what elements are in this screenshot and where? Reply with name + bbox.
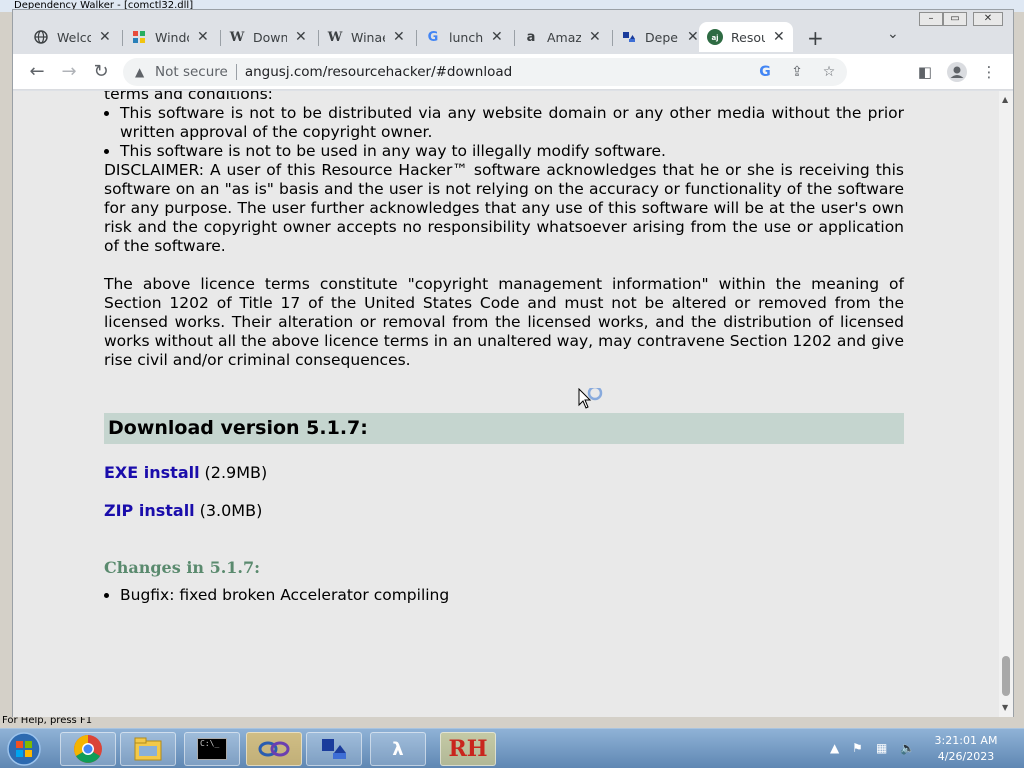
google-translate-icon[interactable]: G <box>755 62 775 82</box>
maximize-button[interactable]: ▭ <box>943 12 967 26</box>
tab-label: Winaero <box>351 29 385 45</box>
profile-avatar-icon[interactable] <box>947 62 967 82</box>
cmd-icon: C:\_ <box>197 738 227 760</box>
address-bar[interactable]: ▲ Not secure angusj.com/resourcehacker/#… <box>123 58 847 86</box>
resource-hacker-icon: RH <box>448 736 488 762</box>
exe-size: (2.9MB) <box>204 463 268 482</box>
tab-strip: Welcome ✕ Windows ✕ W Download ✕ W Winae… <box>13 10 1013 54</box>
lambda-icon: λ <box>392 738 404 760</box>
forward-icon[interactable]: → <box>59 62 79 82</box>
taskbar-app[interactable] <box>246 732 302 766</box>
scroll-up-icon[interactable]: ▲ <box>1002 95 1008 104</box>
menu-kebab-icon[interactable]: ⋮ <box>979 62 999 82</box>
changes-header: Changes in 5.1.7: <box>104 558 261 577</box>
windows-icon <box>131 29 147 45</box>
terms-intro: terms and conditions: <box>104 91 273 103</box>
download-header: Download version 5.1.7: <box>104 413 904 444</box>
browser-window: Welcome ✕ Windows ✕ W Download ✕ W Winae… <box>12 9 1014 717</box>
depends-icon <box>621 29 637 45</box>
app-icon <box>258 741 290 757</box>
tab-label: Windows <box>155 29 189 45</box>
chevron-down-icon[interactable]: ⌄ <box>887 26 899 42</box>
close-icon[interactable]: ✕ <box>687 29 699 45</box>
close-window-button[interactable]: ✕ <box>973 12 1003 26</box>
close-icon[interactable]: ✕ <box>393 29 405 45</box>
terms-list: This software is not to be distributed v… <box>120 104 904 161</box>
google-icon: G <box>427 29 439 45</box>
minimize-button[interactable]: – <box>919 12 943 26</box>
new-tab-button[interactable]: + <box>807 26 824 50</box>
close-icon[interactable]: ✕ <box>491 29 503 45</box>
reload-icon[interactable]: ↻ <box>91 62 111 82</box>
svg-text:aj: aj <box>711 34 718 42</box>
browser-toolbar: ← → ↻ ▲ Not secure angusj.com/resourceha… <box>13 54 1013 90</box>
exe-install-link[interactable]: EXE install <box>104 463 200 482</box>
licence-text: The above licence terms constitute "copy… <box>104 275 904 369</box>
busy-cursor-icon <box>578 388 603 409</box>
scrollbar-thumb[interactable] <box>1002 656 1010 696</box>
tab-lunch[interactable]: G lunch ✕ <box>417 22 515 52</box>
taskbar: C:\_ λ RH ▲ ⚑ ▦ 🔈 3:21:01 AM 4/26/2023 <box>0 728 1024 768</box>
tab-windows[interactable]: Windows ✕ <box>123 22 221 52</box>
close-icon[interactable]: ✕ <box>197 29 209 45</box>
start-button[interactable] <box>4 731 44 767</box>
taskbar-resource-hacker[interactable]: RH <box>440 732 496 766</box>
clock-time: 3:21:01 AM <box>934 734 998 747</box>
bookmark-star-icon[interactable]: ☆ <box>819 62 839 82</box>
wikipedia-icon: W <box>229 29 245 45</box>
tab-label: Download <box>253 29 287 45</box>
close-icon[interactable]: ✕ <box>295 29 307 45</box>
zip-install-link[interactable]: ZIP install <box>104 501 195 520</box>
chrome-icon <box>74 735 102 763</box>
vertical-scrollbar[interactable]: ▲ ▼ <box>999 91 1013 717</box>
taskbar-chrome[interactable] <box>60 732 116 766</box>
tray-expand-icon[interactable]: ▲ <box>830 741 839 755</box>
share-icon[interactable]: ⇪ <box>787 62 807 82</box>
wikipedia-icon: W <box>327 29 343 45</box>
list-item: This software is not to be used in any w… <box>120 142 904 161</box>
tab-winaero[interactable]: W Winaero ✕ <box>319 22 417 52</box>
side-panel-icon[interactable]: ◧ <box>915 62 935 82</box>
system-clock[interactable]: 3:21:01 AM 4/26/2023 <box>926 733 1006 765</box>
exe-download-row: EXE install (2.9MB) <box>104 463 904 483</box>
globe-icon <box>33 29 49 45</box>
taskbar-depends[interactable] <box>306 732 362 766</box>
disclaimer-text: DISCLAIMER: A user of this Resource Hack… <box>104 161 904 255</box>
taskbar-explorer[interactable] <box>120 732 176 766</box>
close-icon[interactable]: ✕ <box>589 29 601 45</box>
taskbar-lambda[interactable]: λ <box>370 732 426 766</box>
volume-icon[interactable]: 🔈 <box>900 741 915 755</box>
tab-label: Amazon <box>547 29 581 45</box>
angusj-icon: aj <box>707 29 723 45</box>
changes-list: Bugfix: fixed broken Accelerator compili… <box>120 586 904 605</box>
tab-label: Resource <box>731 29 765 45</box>
back-icon[interactable]: ← <box>27 62 47 82</box>
close-icon[interactable]: ✕ <box>773 29 785 45</box>
tab-download[interactable]: W Download ✕ <box>221 22 319 52</box>
clock-date: 4/26/2023 <box>937 750 995 763</box>
url-text[interactable]: angusj.com/resourcehacker/#download <box>245 64 512 80</box>
close-icon[interactable]: ✕ <box>99 29 111 45</box>
warning-icon[interactable]: ▲ <box>135 65 149 79</box>
tab-amazon[interactable]: a Amazon ✕ <box>515 22 613 52</box>
network-icon[interactable]: ▦ <box>876 741 887 755</box>
tab-depends[interactable]: Depends ✕ <box>613 22 699 52</box>
amazon-icon: a <box>526 29 536 45</box>
tab-welcome[interactable]: Welcome ✕ <box>25 22 123 52</box>
tab-label: Depends <box>645 29 679 45</box>
list-item: Bugfix: fixed broken Accelerator compili… <box>120 586 904 605</box>
zip-download-row: ZIP install (3.0MB) <box>104 501 904 521</box>
tab-label: lunch <box>449 29 483 45</box>
explorer-icon <box>134 737 162 761</box>
action-center-icon[interactable]: ⚑ <box>852 741 863 755</box>
tab-label: Welcome <box>57 29 91 45</box>
security-label[interactable]: Not secure <box>155 64 228 80</box>
tab-resource-hacker[interactable]: aj Resource ✕ <box>699 22 793 52</box>
list-item: This software is not to be distributed v… <box>120 104 904 142</box>
taskbar-cmd[interactable]: C:\_ <box>184 732 240 766</box>
zip-size: (3.0MB) <box>199 501 263 520</box>
scroll-down-icon[interactable]: ▼ <box>1002 703 1008 712</box>
page-content: terms and conditions: This software is n… <box>13 91 999 717</box>
depends-icon <box>322 739 346 759</box>
